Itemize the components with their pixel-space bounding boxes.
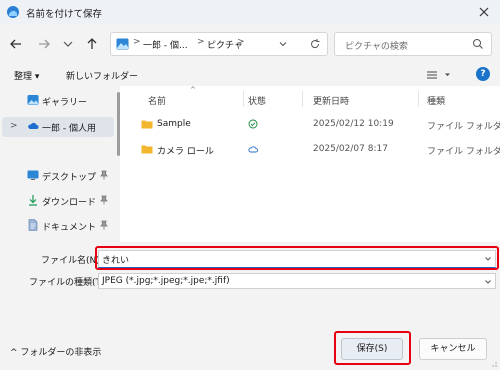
sort-caret-icon: ^ xyxy=(190,86,196,94)
save-highlight-annotation xyxy=(334,331,411,365)
column-divider[interactable] xyxy=(302,91,303,107)
file-row[interactable]: Sample 2025/02/12 10:19 ファイル フォルダー xyxy=(120,114,500,136)
sidebar-item-label: デスクトップ xyxy=(42,173,97,183)
help-button[interactable]: ? xyxy=(476,67,490,81)
filename-label: ファイル名(N): xyxy=(41,256,103,266)
pin-icon[interactable] xyxy=(100,170,108,180)
expand-chevron-icon[interactable]: > xyxy=(10,121,18,131)
photos-app-icon xyxy=(7,6,19,18)
column-header-status[interactable]: 状態 xyxy=(248,94,266,107)
sidebar-item-label: ギャラリー xyxy=(42,98,88,108)
pin-icon[interactable] xyxy=(100,220,108,230)
close-icon[interactable] xyxy=(476,4,492,20)
search-box[interactable]: ピクチャの検索 xyxy=(334,32,492,56)
address-bar[interactable]: > 一郎 - 個... > ピクチャ > xyxy=(110,32,328,56)
filetype-value: JPEG (*.jpg;*.jpeg;*.jpe;*.jfif) xyxy=(102,276,230,286)
column-header-name[interactable]: 名前 xyxy=(148,94,166,107)
navigation-bar: > 一郎 - 個... > ピクチャ > ピクチャの検索 xyxy=(0,24,500,64)
window-title: 名前を付けて保存 xyxy=(26,9,103,20)
sidebar-item-onedrive[interactable]: > 一郎 - 個人用 xyxy=(2,117,114,137)
column-divider[interactable] xyxy=(243,91,244,107)
navigation-pane: ギャラリー > 一郎 - 個人用 デスクトップ ダウンロード ドキュメント xyxy=(0,86,118,242)
up-arrow-icon[interactable] xyxy=(82,34,102,54)
download-icon xyxy=(29,195,37,206)
refresh-icon[interactable] xyxy=(309,38,321,50)
recent-locations-chevron-icon[interactable] xyxy=(58,34,78,54)
desktop-icon xyxy=(27,170,39,180)
file-row[interactable]: カメラ ロール 2025/02/07 8:17 ファイル フォルダー xyxy=(120,139,500,161)
breadcrumb-separator: > xyxy=(237,37,245,47)
chevron-down-icon[interactable] xyxy=(278,39,288,49)
sidebar-item-label: 一郎 - 個人用 xyxy=(42,124,96,134)
file-type: ファイル フォルダー xyxy=(427,122,500,132)
synced-check-icon xyxy=(248,119,258,129)
sidebar-item-downloads[interactable]: ダウンロード xyxy=(0,191,118,211)
hide-folders-toggle[interactable]: ^ フォルダーの非表示 xyxy=(10,345,101,358)
resize-grip-icon[interactable] xyxy=(489,359,497,367)
title-bar: 名前を付けて保存 xyxy=(0,0,500,24)
onedrive-cloud-icon xyxy=(28,122,39,129)
breadcrumb-item[interactable]: 一郎 - 個... xyxy=(143,38,188,51)
filetype-label: ファイルの種類(T): xyxy=(29,278,108,288)
sidebar-item-gallery[interactable]: ギャラリー xyxy=(0,91,118,111)
file-date: 2025/02/07 8:17 xyxy=(313,144,388,154)
document-icon xyxy=(28,219,38,231)
chevron-down-icon[interactable] xyxy=(484,278,492,286)
command-bar: 整理 ▾ 新しいフォルダー ? xyxy=(0,64,500,86)
folder-icon xyxy=(141,145,153,154)
forward-arrow-icon[interactable] xyxy=(34,34,54,54)
cancel-button[interactable]: キャンセル xyxy=(419,338,487,360)
breadcrumb-separator: > xyxy=(133,37,141,47)
file-name: カメラ ロール xyxy=(157,147,214,157)
search-icon xyxy=(473,39,483,49)
search-placeholder[interactable]: ピクチャの検索 xyxy=(345,39,408,52)
pin-icon[interactable] xyxy=(100,195,108,205)
sidebar-item-label: ダウンロード xyxy=(42,198,97,208)
file-type: ファイル フォルダー xyxy=(427,147,500,157)
sidebar-item-desktop[interactable]: デスクトップ xyxy=(0,166,118,186)
sidebar-item-label: ドキュメント xyxy=(42,223,97,233)
dialog-footer: ^ フォルダーの非表示 保存(S) キャンセル xyxy=(0,290,500,370)
file-date: 2025/02/12 10:19 xyxy=(313,119,394,129)
file-list: ^ 名前 状態 更新日時 種類 Sample 2025/02/12 10:19 … xyxy=(120,86,500,242)
back-arrow-icon[interactable] xyxy=(6,34,26,54)
organize-menu-button[interactable]: 整理 ▾ xyxy=(14,69,39,82)
column-header-date[interactable]: 更新日時 xyxy=(313,94,349,107)
gallery-icon xyxy=(27,95,39,105)
column-divider[interactable] xyxy=(418,91,419,107)
folder-icon xyxy=(141,120,153,129)
pictures-folder-icon xyxy=(116,38,129,50)
column-header-type[interactable]: 種類 xyxy=(427,94,445,107)
filetype-select[interactable]: JPEG (*.jpg;*.jpeg;*.jpe;*.jfif) xyxy=(98,273,496,289)
new-folder-button[interactable]: 新しいフォルダー xyxy=(66,69,138,82)
cloud-icon xyxy=(248,146,258,153)
view-options-icon[interactable] xyxy=(425,68,453,82)
filename-highlight-annotation xyxy=(95,246,499,270)
breadcrumb-separator: > xyxy=(197,37,205,47)
file-name: Sample xyxy=(157,119,191,129)
sidebar-item-documents[interactable]: ドキュメント xyxy=(0,216,118,236)
